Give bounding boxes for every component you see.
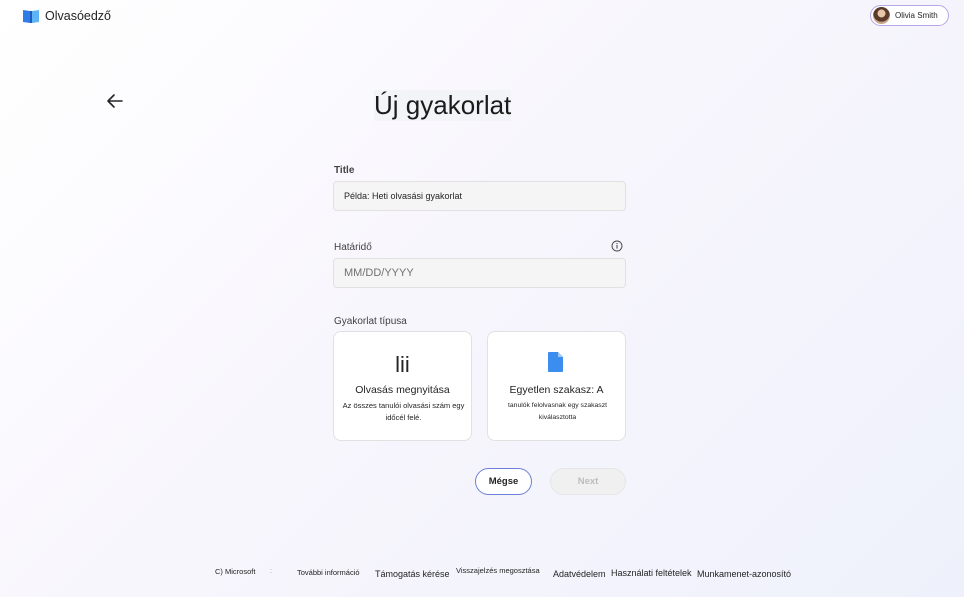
- user-name: Olivia Smith: [895, 11, 938, 20]
- footer-link-more-info[interactable]: További információ: [297, 568, 360, 577]
- app-name: Olvasóedző: [45, 9, 112, 23]
- top-bar: Olvasóedző Olivia Smith: [0, 0, 964, 32]
- info-icon[interactable]: [611, 239, 623, 252]
- type-card-single-passage[interactable]: Egyetlen szakasz: A tanulók felolvasnak …: [487, 331, 626, 441]
- footer-separator: :: [270, 568, 272, 575]
- title-label: Title: [334, 165, 355, 176]
- type-card-description: tanulók felolvasnak egy szakaszt kiválas…: [508, 402, 607, 421]
- back-arrow-icon[interactable]: [104, 90, 126, 112]
- type-card-title: Olvasás megnyitása: [355, 384, 450, 396]
- footer-link-session-id[interactable]: Munkamenet-azonosító: [697, 569, 791, 579]
- reading-icon: lii: [395, 352, 410, 377]
- page-title: Új gyakorlat: [374, 90, 512, 121]
- footer-link-privacy[interactable]: Adatvédelem: [553, 569, 606, 579]
- type-card-title: Egyetlen szakasz: A: [509, 384, 604, 396]
- document-icon: [547, 351, 565, 378]
- due-date-label: Határidő: [334, 242, 372, 253]
- next-button[interactable]: Next: [550, 468, 626, 495]
- title-input[interactable]: [333, 181, 626, 211]
- brand[interactable]: Olvasóedző: [22, 8, 111, 24]
- footer-copyright: C) Microsoft: [215, 567, 256, 576]
- footer-link-terms[interactable]: Használati feltételek: [611, 568, 692, 578]
- avatar: [873, 7, 890, 24]
- cancel-button[interactable]: Mégse: [475, 468, 532, 495]
- footer-link-support[interactable]: Támogatás kérése: [375, 569, 450, 579]
- practice-type-label: Gyakorlat típusa: [334, 316, 407, 327]
- type-card-description: Az összes tanulói olvasási szám egy időc…: [342, 401, 465, 422]
- type-card-open-reading[interactable]: lii Olvasás megnyitása Az összes tanulói…: [333, 331, 472, 441]
- due-date-input[interactable]: [333, 258, 626, 288]
- book-logo-icon: [22, 8, 40, 24]
- user-account-button[interactable]: Olivia Smith: [870, 5, 949, 26]
- footer-link-feedback[interactable]: Visszajelzés megosztása: [456, 566, 540, 575]
